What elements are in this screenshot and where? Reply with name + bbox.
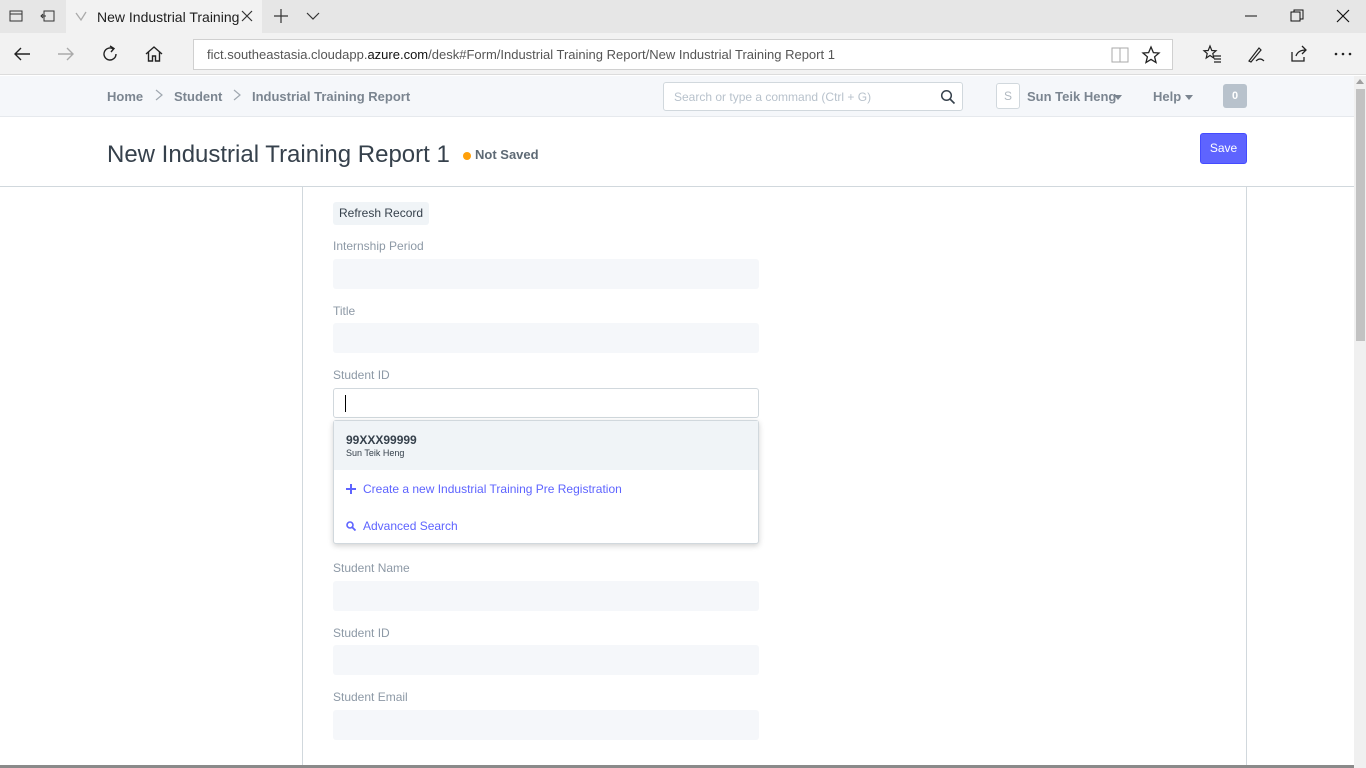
home-icon[interactable] [144,44,164,64]
student-id-readonly-input[interactable] [333,645,759,675]
link-autocomplete-dropdown: 99XXX99999 Sun Teik Heng Create a new In… [333,420,759,544]
close-tab-icon[interactable] [240,9,254,23]
favorite-star-icon[interactable] [1141,45,1161,65]
favorites-hub-icon[interactable] [1202,44,1222,64]
breadcrumb-home[interactable]: Home [107,89,143,104]
status-dot-icon [463,152,471,160]
field-label-student-email: Student Email [333,690,408,704]
search-placeholder: Search or type a command (Ctrl + G) [674,90,872,104]
url-text: fict.southeastasia.cloudapp.azure.com/de… [207,47,835,62]
field-label-title: Title [333,304,356,318]
new-tab-icon[interactable] [273,8,289,24]
close-window-icon[interactable] [1336,9,1350,23]
field-label-student-name: Student Name [333,561,410,575]
page-head: New Industrial Training Report 1 Not Sav… [0,117,1354,187]
result-student-id: 99XXX99999 [346,433,417,447]
minimize-icon[interactable] [1244,9,1258,23]
user-menu[interactable]: Sun Teik Heng [1027,89,1116,104]
create-new-label: Create a new Industrial Training Pre Reg… [363,482,622,496]
address-bar[interactable]: fict.southeastasia.cloudapp.azure.com/de… [193,39,1173,70]
student-name-input[interactable] [333,581,759,611]
browser-nav-bar: fict.southeastasia.cloudapp.azure.com/de… [0,33,1366,75]
advanced-search-link[interactable]: Advanced Search [346,519,458,533]
result-student-name: Sun Teik Heng [346,448,405,458]
breadcrumb-chevron-icon [233,89,241,101]
breadcrumb-industrial-training-report[interactable]: Industrial Training Report [252,89,410,104]
tab-preview-chevron-icon[interactable] [305,8,321,24]
student-id-link-input[interactable] [333,388,759,418]
title-input[interactable] [333,323,759,353]
refresh-record-button[interactable]: Refresh Record [333,202,430,225]
active-tab[interactable]: New Industrial Training [66,0,262,33]
back-icon[interactable] [12,44,32,64]
scrollbar-thumb[interactable] [1356,89,1365,341]
forward-icon[interactable] [56,44,76,64]
pen-notes-icon[interactable] [1246,44,1266,64]
advanced-search-label: Advanced Search [363,519,458,533]
avatar[interactable]: S [996,83,1020,109]
text-cursor [345,395,346,412]
app-header: Home Student Industrial Training Report … [0,76,1354,117]
student-email-input[interactable] [333,710,759,740]
search-icon[interactable] [940,89,956,105]
field-label-student-id: Student ID [333,368,390,382]
internship-period-input[interactable] [333,259,759,289]
create-new-link[interactable]: Create a new Industrial Training Pre Reg… [346,482,622,496]
breadcrumb-student[interactable]: Student [174,89,222,104]
plus-icon [346,484,356,494]
scroll-up-arrow-icon[interactable] [1356,79,1364,84]
tab-favicon-icon [75,11,87,22]
search-icon [346,521,356,531]
awesome-search-input[interactable]: Search or type a command (Ctrl + G) [663,82,963,111]
save-button[interactable]: Save [1200,133,1247,164]
dropdown-result-item[interactable]: 99XXX99999 Sun Teik Heng [334,421,758,470]
field-label-student-id-2: Student ID [333,626,390,640]
page-title: New Industrial Training Report 1 [107,141,450,168]
refresh-icon[interactable] [100,44,120,64]
tab-title: New Industrial Training [97,9,240,25]
more-menu-icon[interactable] [1333,44,1353,64]
breadcrumb-chevron-icon [155,89,163,101]
browser-tab-bar: New Industrial Training [0,0,1366,33]
set-tabs-aside-icon[interactable] [40,8,56,24]
field-label-internship-period: Internship Period [333,239,424,253]
tab-manager-icon[interactable] [8,8,24,24]
notification-badge[interactable]: 0 [1223,84,1247,108]
help-menu[interactable]: Help [1153,89,1181,104]
caret-down-icon [1185,95,1193,100]
status-indicator: Not Saved [475,147,539,162]
reading-view-icon[interactable] [1110,46,1130,64]
restore-icon[interactable] [1290,9,1304,23]
caret-down-icon [1114,95,1122,100]
share-icon[interactable] [1289,44,1309,64]
